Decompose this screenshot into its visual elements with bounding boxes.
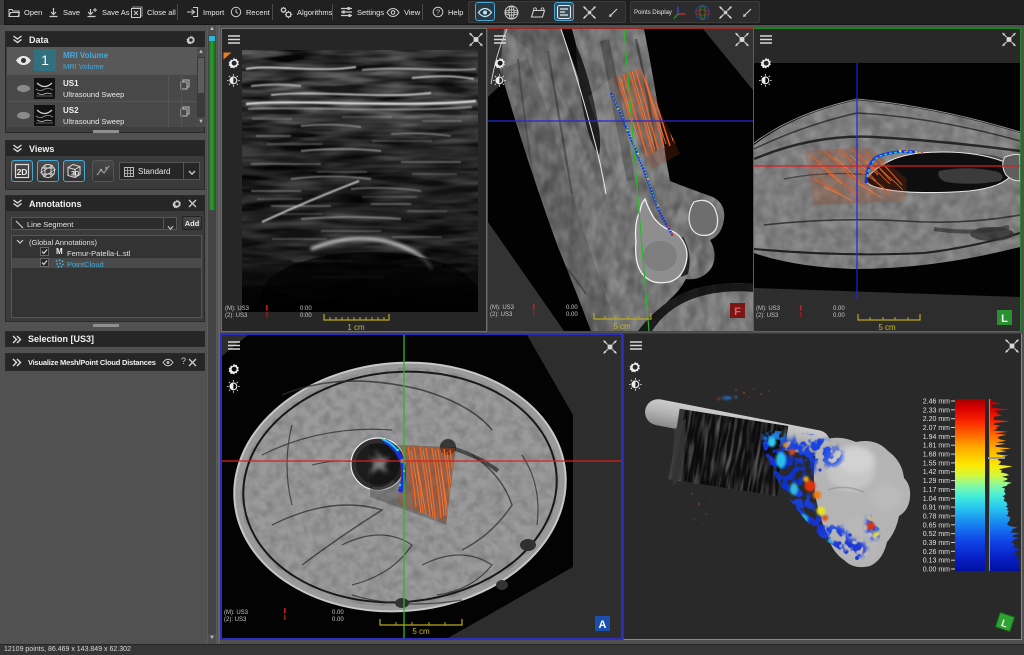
- svg-text:0.00: 0.00: [833, 306, 845, 312]
- svg-text:1.68 mm: 1.68 mm: [923, 452, 950, 459]
- svg-text:(M): US3: (M): US3: [225, 306, 250, 312]
- svg-text:?: ?: [436, 8, 440, 17]
- svg-text:0:00: 0:00: [300, 306, 312, 312]
- svg-text:5 cm: 5 cm: [613, 322, 631, 331]
- svg-text:2D: 2D: [17, 167, 28, 177]
- svg-text:5 cm: 5 cm: [878, 323, 896, 331]
- svg-text:1.42 mm: 1.42 mm: [923, 469, 950, 476]
- svg-text:0.78 mm: 0.78 mm: [923, 513, 950, 520]
- svg-text:0.39 mm: 0.39 mm: [923, 540, 950, 547]
- svg-text:5 cm: 5 cm: [412, 627, 430, 636]
- svg-text:2.33 mm: 2.33 mm: [923, 407, 950, 414]
- svg-text:0.13 mm: 0.13 mm: [923, 558, 950, 565]
- svg-text:L: L: [1001, 313, 1008, 325]
- svg-text:0.91 mm: 0.91 mm: [923, 505, 950, 512]
- svg-text:F: F: [734, 306, 741, 318]
- svg-text:2.46 mm: 2.46 mm: [923, 399, 950, 406]
- svg-text:(M): US3: (M): US3: [224, 610, 249, 616]
- svg-text:(2): US3: (2): US3: [225, 313, 248, 319]
- svg-text:1.94 mm: 1.94 mm: [923, 434, 950, 441]
- svg-text:0.00: 0.00: [332, 610, 344, 616]
- svg-text:1 cm: 1 cm: [347, 323, 365, 331]
- svg-text:0:00: 0:00: [300, 313, 312, 319]
- svg-text:(2): US3: (2): US3: [756, 313, 779, 319]
- svg-text:3D: 3D: [71, 171, 80, 178]
- svg-text:1.81 mm: 1.81 mm: [923, 443, 950, 450]
- svg-text:(M): US3: (M): US3: [490, 305, 515, 311]
- svg-text:(M): US3: (M): US3: [756, 306, 781, 312]
- svg-text:A: A: [599, 619, 607, 631]
- svg-text:0.00: 0.00: [332, 617, 344, 623]
- svg-text:2.07 mm: 2.07 mm: [923, 425, 950, 432]
- svg-text:1.29 mm: 1.29 mm: [923, 478, 950, 485]
- svg-text:0.52 mm: 0.52 mm: [923, 531, 950, 538]
- svg-text:0.00: 0.00: [566, 312, 578, 318]
- svg-text:1.17 mm: 1.17 mm: [923, 487, 950, 494]
- svg-text:0.00: 0.00: [566, 305, 578, 311]
- svg-text:1.55 mm: 1.55 mm: [923, 460, 950, 467]
- svg-text:0.00 mm: 0.00 mm: [923, 567, 950, 574]
- svg-text:0.26 mm: 0.26 mm: [923, 549, 950, 556]
- svg-text:0.00: 0.00: [833, 313, 845, 319]
- svg-text:(2): US3: (2): US3: [490, 312, 513, 318]
- svg-text:2.20 mm: 2.20 mm: [923, 416, 950, 423]
- svg-text:1.04 mm: 1.04 mm: [923, 496, 950, 503]
- svg-text:(2): US3: (2): US3: [224, 617, 247, 623]
- svg-text:0.65 mm: 0.65 mm: [923, 522, 950, 529]
